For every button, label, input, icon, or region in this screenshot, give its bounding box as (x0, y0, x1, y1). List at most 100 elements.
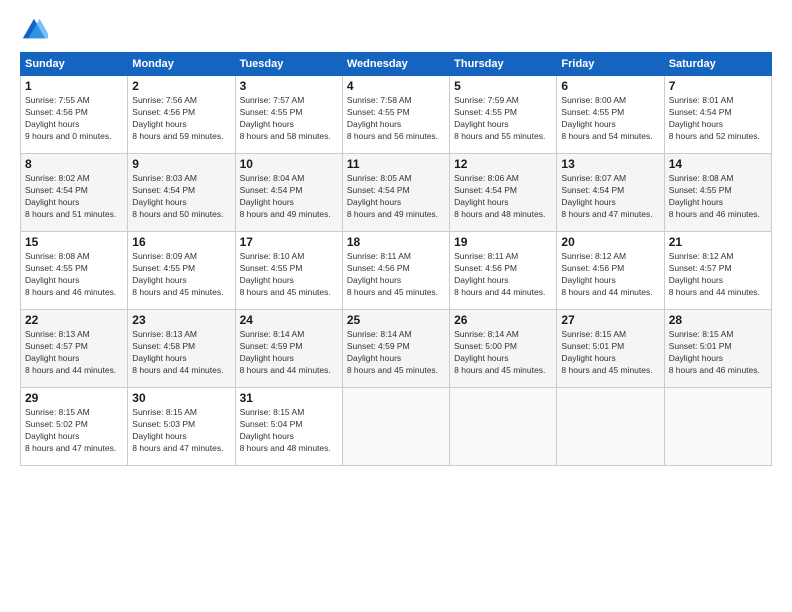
day-info: Sunrise: 8:12 AM Sunset: 4:56 PM Dayligh… (561, 251, 659, 299)
calendar-cell: 9 Sunrise: 8:03 AM Sunset: 4:54 PM Dayli… (128, 154, 235, 232)
day-number: 23 (132, 313, 230, 327)
day-number: 13 (561, 157, 659, 171)
day-info: Sunrise: 8:06 AM Sunset: 4:54 PM Dayligh… (454, 173, 552, 221)
day-number: 31 (240, 391, 338, 405)
day-info: Sunrise: 8:01 AM Sunset: 4:54 PM Dayligh… (669, 95, 767, 143)
day-info: Sunrise: 7:58 AM Sunset: 4:55 PM Dayligh… (347, 95, 445, 143)
day-number: 21 (669, 235, 767, 249)
day-info: Sunrise: 8:12 AM Sunset: 4:57 PM Dayligh… (669, 251, 767, 299)
calendar-cell: 29 Sunrise: 8:15 AM Sunset: 5:02 PM Dayl… (21, 388, 128, 466)
calendar-cell: 24 Sunrise: 8:14 AM Sunset: 4:59 PM Dayl… (235, 310, 342, 388)
calendar-cell: 6 Sunrise: 8:00 AM Sunset: 4:55 PM Dayli… (557, 76, 664, 154)
day-number: 12 (454, 157, 552, 171)
day-number: 30 (132, 391, 230, 405)
logo (20, 16, 52, 44)
day-header-sunday: Sunday (21, 53, 128, 76)
day-number: 29 (25, 391, 123, 405)
header (20, 16, 772, 44)
calendar-cell: 22 Sunrise: 8:13 AM Sunset: 4:57 PM Dayl… (21, 310, 128, 388)
day-info: Sunrise: 8:15 AM Sunset: 5:02 PM Dayligh… (25, 407, 123, 455)
day-number: 24 (240, 313, 338, 327)
calendar-cell (664, 388, 771, 466)
day-number: 9 (132, 157, 230, 171)
day-header-row: SundayMondayTuesdayWednesdayThursdayFrid… (21, 53, 772, 76)
day-info: Sunrise: 8:10 AM Sunset: 4:55 PM Dayligh… (240, 251, 338, 299)
day-info: Sunrise: 8:14 AM Sunset: 4:59 PM Dayligh… (240, 329, 338, 377)
day-info: Sunrise: 8:04 AM Sunset: 4:54 PM Dayligh… (240, 173, 338, 221)
calendar-cell: 14 Sunrise: 8:08 AM Sunset: 4:55 PM Dayl… (664, 154, 771, 232)
calendar-cell: 11 Sunrise: 8:05 AM Sunset: 4:54 PM Dayl… (342, 154, 449, 232)
day-number: 16 (132, 235, 230, 249)
calendar-cell: 30 Sunrise: 8:15 AM Sunset: 5:03 PM Dayl… (128, 388, 235, 466)
day-info: Sunrise: 8:05 AM Sunset: 4:54 PM Dayligh… (347, 173, 445, 221)
calendar-cell: 5 Sunrise: 7:59 AM Sunset: 4:55 PM Dayli… (450, 76, 557, 154)
day-info: Sunrise: 8:08 AM Sunset: 4:55 PM Dayligh… (25, 251, 123, 299)
calendar-cell (342, 388, 449, 466)
day-info: Sunrise: 8:03 AM Sunset: 4:54 PM Dayligh… (132, 173, 230, 221)
week-row-1: 1 Sunrise: 7:55 AM Sunset: 4:56 PM Dayli… (21, 76, 772, 154)
page: SundayMondayTuesdayWednesdayThursdayFrid… (0, 0, 792, 612)
day-info: Sunrise: 8:13 AM Sunset: 4:58 PM Dayligh… (132, 329, 230, 377)
calendar-cell: 10 Sunrise: 8:04 AM Sunset: 4:54 PM Dayl… (235, 154, 342, 232)
day-number: 20 (561, 235, 659, 249)
day-info: Sunrise: 8:15 AM Sunset: 5:03 PM Dayligh… (132, 407, 230, 455)
calendar-cell: 23 Sunrise: 8:13 AM Sunset: 4:58 PM Dayl… (128, 310, 235, 388)
day-number: 26 (454, 313, 552, 327)
day-info: Sunrise: 8:15 AM Sunset: 5:01 PM Dayligh… (669, 329, 767, 377)
day-info: Sunrise: 8:15 AM Sunset: 5:01 PM Dayligh… (561, 329, 659, 377)
calendar-cell (450, 388, 557, 466)
day-header-wednesday: Wednesday (342, 53, 449, 76)
day-info: Sunrise: 8:14 AM Sunset: 4:59 PM Dayligh… (347, 329, 445, 377)
day-number: 25 (347, 313, 445, 327)
day-number: 1 (25, 79, 123, 93)
calendar-cell: 7 Sunrise: 8:01 AM Sunset: 4:54 PM Dayli… (664, 76, 771, 154)
day-info: Sunrise: 8:15 AM Sunset: 5:04 PM Dayligh… (240, 407, 338, 455)
week-row-3: 15 Sunrise: 8:08 AM Sunset: 4:55 PM Dayl… (21, 232, 772, 310)
day-number: 18 (347, 235, 445, 249)
day-number: 3 (240, 79, 338, 93)
day-info: Sunrise: 8:09 AM Sunset: 4:55 PM Dayligh… (132, 251, 230, 299)
week-row-4: 22 Sunrise: 8:13 AM Sunset: 4:57 PM Dayl… (21, 310, 772, 388)
day-info: Sunrise: 8:00 AM Sunset: 4:55 PM Dayligh… (561, 95, 659, 143)
calendar-cell: 18 Sunrise: 8:11 AM Sunset: 4:56 PM Dayl… (342, 232, 449, 310)
calendar-cell: 3 Sunrise: 7:57 AM Sunset: 4:55 PM Dayli… (235, 76, 342, 154)
calendar-cell: 2 Sunrise: 7:56 AM Sunset: 4:56 PM Dayli… (128, 76, 235, 154)
day-info: Sunrise: 8:13 AM Sunset: 4:57 PM Dayligh… (25, 329, 123, 377)
logo-icon (20, 16, 48, 44)
calendar-cell: 8 Sunrise: 8:02 AM Sunset: 4:54 PM Dayli… (21, 154, 128, 232)
day-info: Sunrise: 7:55 AM Sunset: 4:56 PM Dayligh… (25, 95, 123, 143)
day-header-tuesday: Tuesday (235, 53, 342, 76)
week-row-5: 29 Sunrise: 8:15 AM Sunset: 5:02 PM Dayl… (21, 388, 772, 466)
calendar-cell: 1 Sunrise: 7:55 AM Sunset: 4:56 PM Dayli… (21, 76, 128, 154)
calendar-cell: 21 Sunrise: 8:12 AM Sunset: 4:57 PM Dayl… (664, 232, 771, 310)
day-number: 7 (669, 79, 767, 93)
day-info: Sunrise: 8:11 AM Sunset: 4:56 PM Dayligh… (454, 251, 552, 299)
calendar-cell: 15 Sunrise: 8:08 AM Sunset: 4:55 PM Dayl… (21, 232, 128, 310)
day-number: 17 (240, 235, 338, 249)
day-header-saturday: Saturday (664, 53, 771, 76)
day-number: 15 (25, 235, 123, 249)
calendar-cell: 26 Sunrise: 8:14 AM Sunset: 5:00 PM Dayl… (450, 310, 557, 388)
day-header-thursday: Thursday (450, 53, 557, 76)
calendar-cell: 12 Sunrise: 8:06 AM Sunset: 4:54 PM Dayl… (450, 154, 557, 232)
day-number: 14 (669, 157, 767, 171)
day-header-friday: Friday (557, 53, 664, 76)
day-number: 6 (561, 79, 659, 93)
day-number: 2 (132, 79, 230, 93)
calendar-cell: 31 Sunrise: 8:15 AM Sunset: 5:04 PM Dayl… (235, 388, 342, 466)
calendar-cell: 16 Sunrise: 8:09 AM Sunset: 4:55 PM Dayl… (128, 232, 235, 310)
day-info: Sunrise: 7:56 AM Sunset: 4:56 PM Dayligh… (132, 95, 230, 143)
calendar-cell (557, 388, 664, 466)
calendar-cell: 27 Sunrise: 8:15 AM Sunset: 5:01 PM Dayl… (557, 310, 664, 388)
day-number: 5 (454, 79, 552, 93)
day-number: 11 (347, 157, 445, 171)
week-row-2: 8 Sunrise: 8:02 AM Sunset: 4:54 PM Dayli… (21, 154, 772, 232)
calendar-cell: 20 Sunrise: 8:12 AM Sunset: 4:56 PM Dayl… (557, 232, 664, 310)
calendar-cell: 17 Sunrise: 8:10 AM Sunset: 4:55 PM Dayl… (235, 232, 342, 310)
day-info: Sunrise: 7:57 AM Sunset: 4:55 PM Dayligh… (240, 95, 338, 143)
day-info: Sunrise: 8:11 AM Sunset: 4:56 PM Dayligh… (347, 251, 445, 299)
day-info: Sunrise: 8:08 AM Sunset: 4:55 PM Dayligh… (669, 173, 767, 221)
calendar-cell: 19 Sunrise: 8:11 AM Sunset: 4:56 PM Dayl… (450, 232, 557, 310)
day-number: 8 (25, 157, 123, 171)
day-info: Sunrise: 8:07 AM Sunset: 4:54 PM Dayligh… (561, 173, 659, 221)
